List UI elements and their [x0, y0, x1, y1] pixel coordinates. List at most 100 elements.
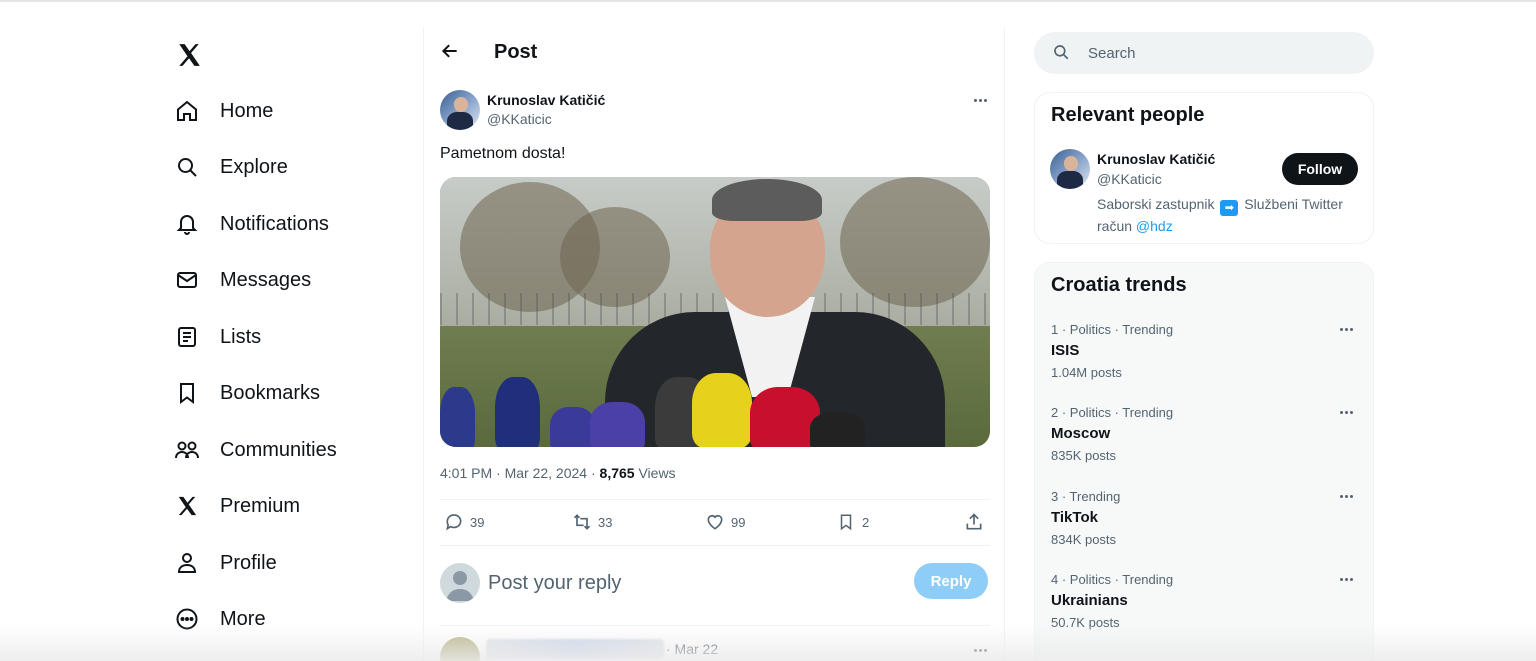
trend-item[interactable]: 1 · Politics · Trending ISIS 1.04M posts	[1035, 322, 1373, 402]
search-bar[interactable]	[1034, 32, 1374, 74]
heart-icon	[705, 512, 725, 532]
sidebar-item-explore[interactable]: Explore	[174, 147, 288, 187]
more-options-icon[interactable]	[1335, 405, 1357, 419]
panel-title: Relevant people	[1051, 104, 1205, 126]
trend-post-count: 835K posts	[1051, 448, 1117, 463]
sidebar-item-more[interactable]: More	[174, 599, 266, 639]
trend-item[interactable]: 2 · Politics · Trending Moscow 835K post…	[1035, 405, 1373, 485]
x-logo-icon	[174, 493, 200, 519]
trend-context: 3 · Trending	[1051, 489, 1121, 504]
user-avatar	[440, 563, 480, 603]
home-icon	[174, 98, 200, 124]
bookmark-icon	[836, 512, 856, 532]
follow-button[interactable]: Follow	[1282, 153, 1358, 185]
views-count: 8,765	[599, 465, 635, 481]
bio-mention-link[interactable]: @hdz	[1136, 218, 1173, 234]
post-header: Post	[424, 28, 1006, 78]
reply-count: 39	[470, 514, 485, 530]
post-detail-column: Post Krunoslav Katičić @KKaticic Pametno…	[423, 28, 1005, 661]
person-handle[interactable]: @KKaticic	[1097, 171, 1162, 187]
more-options-icon[interactable]	[1335, 489, 1357, 503]
post-date[interactable]: · Mar 22	[666, 641, 718, 657]
search-input[interactable]	[1088, 38, 1358, 68]
trend-post-count: 834K posts	[1051, 532, 1117, 547]
sidebar-item-label: Lists	[220, 325, 262, 348]
author-name[interactable]: Krunoslav Katičić	[487, 92, 605, 108]
sidebar-item-communities[interactable]: Communities	[174, 430, 337, 470]
more-options-icon[interactable]	[969, 643, 991, 657]
sidebar-item-label: Messages	[220, 268, 312, 291]
sidebar-item-profile[interactable]: Profile	[174, 543, 277, 583]
page-title: Post	[494, 41, 538, 63]
search-icon	[1052, 43, 1072, 63]
bookmark-count: 2	[862, 514, 870, 530]
sidebar-item-notifications[interactable]: Notifications	[174, 204, 329, 244]
sidebar-item-label: Home	[220, 99, 274, 122]
tweet-video-thumbnail[interactable]	[440, 177, 990, 447]
trends-panel: Croatia trends 1 · Politics · Trending I…	[1034, 262, 1374, 661]
trend-name: TikTok	[1051, 509, 1098, 526]
bookmark-icon	[174, 380, 200, 406]
sidebar-item-lists[interactable]: Lists	[174, 317, 261, 357]
repost-action[interactable]: 33	[572, 511, 612, 533]
like-count: 99	[731, 514, 746, 530]
x-logo-icon[interactable]	[174, 40, 204, 70]
bookmark-action[interactable]: 2	[836, 511, 869, 533]
sidebar-item-label: Profile	[220, 551, 277, 574]
author-handle[interactable]: @KKaticic	[487, 111, 552, 127]
reply-action[interactable]: 39	[444, 511, 484, 533]
trend-name: Ukrainians	[1051, 592, 1128, 609]
divider	[440, 625, 990, 626]
more-circle-icon	[174, 606, 200, 632]
share-icon	[964, 512, 984, 532]
trend-context: 2 · Politics · Trending	[1051, 405, 1174, 420]
sidebar-item-home[interactable]: Home	[174, 91, 273, 131]
sidebar-item-bookmarks[interactable]: Bookmarks	[174, 373, 320, 413]
trend-item[interactable]: 3 · Trending TikTok 834K posts	[1035, 489, 1373, 569]
relevant-people-panel: Relevant people Krunoslav Katičić @KKati…	[1034, 92, 1374, 244]
person-bio: Saborski zastupnik ➡ Službeni Twitter ra…	[1097, 194, 1347, 236]
trend-item[interactable]: 4 · Politics · Trending Ukrainians 50.7K…	[1035, 572, 1373, 652]
envelope-icon	[174, 267, 200, 293]
person-name[interactable]: Krunoslav Katičić	[1097, 151, 1215, 167]
more-options-icon[interactable]	[969, 93, 991, 107]
comment-icon	[444, 512, 464, 532]
person-icon	[174, 550, 200, 576]
avatar[interactable]	[440, 637, 480, 661]
trend-context: 1 · Politics · Trending	[1051, 322, 1174, 337]
trend-name: ISIS	[1051, 342, 1080, 359]
avatar[interactable]	[1050, 149, 1090, 189]
sidebar-item-label: Premium	[220, 494, 301, 517]
sidebar-item-premium[interactable]: Premium	[174, 486, 300, 526]
more-options-icon[interactable]	[1335, 322, 1357, 336]
divider	[440, 499, 990, 500]
trend-post-count: 50.7K posts	[1051, 615, 1120, 630]
people-icon	[174, 437, 200, 463]
avatar[interactable]	[440, 90, 480, 130]
search-icon	[174, 154, 200, 180]
sidebar-item-label: More	[220, 607, 266, 630]
arrow-right-emoji-icon: ➡	[1220, 200, 1239, 216]
sidebar-item-label: Explore	[220, 155, 288, 178]
list-icon	[174, 324, 200, 350]
back-arrow-icon[interactable]	[440, 41, 462, 63]
trend-context: 4 · Politics · Trending	[1051, 572, 1174, 587]
repost-count: 33	[598, 514, 613, 530]
tweet-timestamp[interactable]: 4:01 PM · Mar 22, 2024 ·	[440, 465, 600, 481]
views-label: Views	[634, 465, 676, 481]
sidebar-item-label: Communities	[220, 438, 337, 461]
sidebar-item-messages[interactable]: Messages	[174, 260, 311, 300]
sidebar-item-label: Bookmarks	[220, 381, 321, 404]
divider	[440, 545, 990, 546]
trend-name: Moscow	[1051, 425, 1111, 442]
sidebar-item-label: Notifications	[220, 212, 329, 235]
more-options-icon[interactable]	[1335, 572, 1357, 586]
bio-text: Saborski zastupnik	[1097, 196, 1219, 212]
reply-button[interactable]: Reply	[914, 563, 988, 599]
reply-input[interactable]	[488, 568, 888, 598]
like-action[interactable]: 99	[705, 511, 745, 533]
blurred-author-name	[486, 639, 664, 659]
share-action[interactable]	[964, 511, 984, 533]
panel-title: Croatia trends	[1051, 274, 1187, 296]
bell-icon	[174, 211, 200, 237]
